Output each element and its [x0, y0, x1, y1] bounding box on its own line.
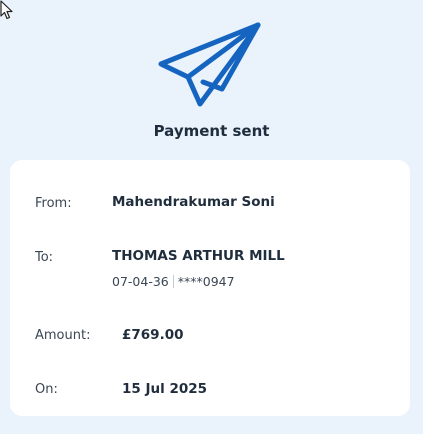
to-label: To:: [35, 250, 54, 265]
divider: [172, 275, 174, 288]
payment-details-card: From: Mahendrakumar Soni To: THOMAS ARTH…: [10, 160, 410, 416]
page-title: Payment sent: [153, 122, 270, 140]
on-label: On:: [35, 382, 58, 397]
from-value: Mahendrakumar Soni: [112, 194, 275, 210]
mouse-pointer-icon: [0, 0, 13, 20]
from-label: From:: [35, 196, 72, 211]
sort-code: 07-04-36: [112, 274, 169, 289]
to-account-details: 07-04-36 ****0947: [112, 274, 235, 289]
paper-plane-icon: [158, 22, 261, 107]
amount-value: £769.00: [122, 327, 184, 343]
to-name: THOMAS ARTHUR MILL: [112, 248, 285, 264]
amount-label: Amount:: [35, 328, 91, 343]
account-number: ****0947: [177, 274, 235, 289]
date-value: 15 Jul 2025: [122, 381, 208, 397]
